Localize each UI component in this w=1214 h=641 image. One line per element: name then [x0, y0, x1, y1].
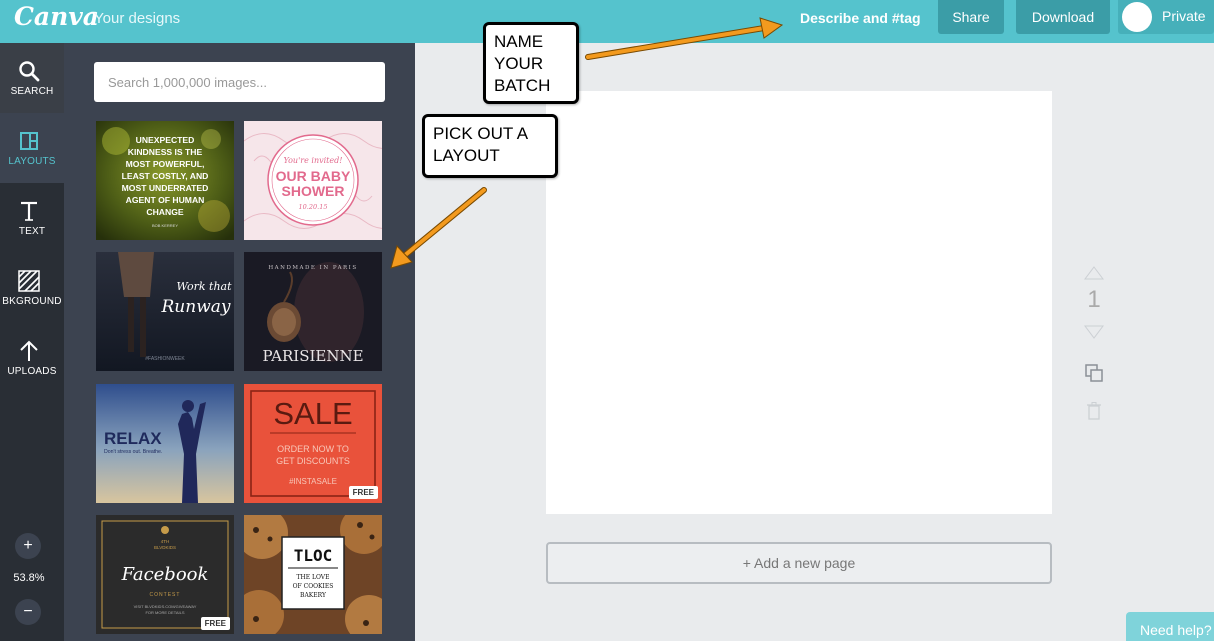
callout-name-your-batch: NAME YOUR BATCH [483, 22, 579, 104]
need-help-button[interactable]: Need help? [1126, 612, 1214, 641]
privacy-label: Private [1162, 8, 1206, 24]
callout-line: PICK OUT A [433, 124, 529, 143]
layout-thumbnail-parisienne[interactable]: HANDMADE IN PARIS PARISIENNE [244, 252, 382, 371]
toggle-knob[interactable] [1122, 2, 1152, 32]
layout-preview: UNEXPECTED KINDNESS IS THE MOST POWERFUL… [96, 121, 234, 240]
layout-text: CONTEST [150, 592, 181, 598]
layout-preview: HANDMADE IN PARIS PARISIENNE [244, 252, 382, 371]
layout-text: PARISIENNE [262, 347, 363, 365]
page-down-icon[interactable] [1084, 325, 1104, 339]
layout-text: GET DISCOUNTS [276, 456, 350, 466]
layout-text: BAKERY [300, 592, 327, 599]
layout-preview: Work that Runway #FASHIONWEEK [96, 252, 234, 371]
layout-author: BOB KERREY [152, 223, 178, 228]
share-button[interactable]: Share [938, 0, 1004, 34]
zoom-level: 53.8% [13, 572, 45, 584]
layout-text: Runway [161, 297, 231, 317]
layout-text: TLOC [294, 546, 333, 565]
download-button[interactable]: Download [1016, 0, 1110, 34]
layout-thumbnail-kindness-quote[interactable]: UNEXPECTED KINDNESS IS THE MOST POWERFUL… [96, 121, 234, 240]
layout-thumbnail-sale[interactable]: SALE ORDER NOW TO GET DISCOUNTS #INSTASA… [244, 384, 382, 503]
layout-text: SALE [273, 396, 352, 431]
layout-text: You're invited! [284, 156, 343, 165]
callout-pick-layout: PICK OUT A LAYOUT [422, 114, 558, 178]
layout-thumbnail-facebook-contest[interactable]: 4TH BLVDKIDS Facebook CONTEST VISIT BLVD… [96, 515, 234, 634]
callout-line: BATCH [494, 76, 551, 95]
layout-text: BLVDKIDS [154, 545, 176, 550]
layout-thumbnail-baby-shower[interactable]: You're invited! OUR BABY SHOWER 10.20.15 [244, 121, 382, 240]
privacy-toggle[interactable]: Private [1118, 0, 1214, 34]
layout-thumbnail-relax[interactable]: RELAX Don't stress out. Breathe. [96, 384, 234, 503]
callout-line: NAME [494, 32, 544, 51]
sidebar-item-label: UPLOADS [7, 366, 57, 377]
callout-line: LAYOUT [433, 146, 500, 165]
layout-preview: TLOC THE LOVE OF COOKIES BAKERY [244, 515, 382, 634]
layout-text: AGENT OF HUMAN [126, 195, 205, 205]
sidebar-item-label: LAYOUTS [8, 156, 56, 167]
layout-text: THE LOVE [296, 574, 329, 581]
layout-preview: You're invited! OUR BABY SHOWER 10.20.15 [244, 121, 382, 240]
zoom-out-button[interactable]: − [15, 599, 41, 625]
free-badge: FREE [348, 486, 378, 499]
layout-text: RELAX [104, 429, 162, 448]
layout-text: SHOWER [282, 183, 345, 199]
page-number: 1 [1087, 286, 1101, 313]
upload-icon [20, 340, 38, 361]
layout-text: #INSTASALE [289, 477, 337, 486]
layouts-panel: UNEXPECTED KINDNESS IS THE MOST POWERFUL… [64, 43, 415, 641]
callout-line: YOUR [494, 54, 544, 73]
sidebar-item-text[interactable]: TEXT [0, 183, 64, 253]
layout-text: MOST UNDERRATED [122, 183, 209, 193]
text-icon [21, 201, 37, 221]
layout-text: UNEXPECTED [136, 135, 195, 145]
sidebar-item-label: SEARCH [10, 86, 54, 97]
design-page[interactable] [546, 91, 1052, 514]
top-bar: Canva Your designs Describe and #tag Sha… [0, 0, 1214, 43]
sidebar-item-label: BKGROUND [2, 296, 62, 307]
layout-text: FOR MORE DETAILS [145, 610, 184, 615]
layout-text: OF COOKIES [293, 583, 334, 590]
your-designs-link[interactable]: Your designs [94, 10, 180, 27]
zoom-in-button[interactable]: + [15, 533, 41, 559]
tool-rail: SEARCH LAYOUTS TEXT BKGROUND UPLOADS + 5… [0, 43, 64, 641]
sidebar-item-search[interactable]: SEARCH [0, 43, 64, 113]
delete-page-icon[interactable] [1087, 402, 1101, 420]
layout-text: OUR BABY [276, 168, 351, 184]
layout-text: #FASHIONWEEK [145, 356, 185, 362]
layout-text: HANDMADE IN PARIS [268, 265, 357, 271]
background-icon [18, 270, 40, 292]
layout-text: KINDNESS IS THE [128, 147, 203, 157]
layout-text: Facebook [121, 564, 209, 585]
sidebar-item-uploads[interactable]: UPLOADS [0, 323, 64, 393]
add-new-page-button[interactable]: + Add a new page [546, 542, 1052, 584]
copy-page-icon[interactable] [1084, 363, 1104, 383]
layout-text: CHANGE [146, 207, 184, 217]
image-search-input[interactable] [94, 62, 385, 102]
layout-text: MOST POWERFUL, [126, 159, 205, 169]
sidebar-item-background[interactable]: BKGROUND [0, 253, 64, 323]
layout-preview: RELAX Don't stress out. Breathe. [96, 384, 234, 503]
layout-text: VISIT BLVDKIDS.COM/GIVEAWAY [134, 604, 197, 609]
free-badge: FREE [200, 617, 230, 630]
sidebar-item-layouts[interactable]: LAYOUTS [0, 113, 64, 183]
layouts-icon [20, 132, 38, 150]
page-up-icon[interactable] [1084, 266, 1104, 280]
search-icon [19, 61, 40, 82]
sidebar-item-label: TEXT [18, 226, 46, 237]
layout-text: ORDER NOW TO [277, 444, 349, 454]
layout-thumbnail-tloc-bakery[interactable]: TLOC THE LOVE OF COOKIES BAKERY [244, 515, 382, 634]
canva-logo[interactable]: Canva [14, 2, 99, 31]
layout-text: 10.20.15 [299, 203, 328, 211]
layout-text: 4TH [161, 539, 170, 544]
layout-thumbnail-work-that-runway[interactable]: Work that Runway #FASHIONWEEK [96, 252, 234, 371]
describe-and-tag-button[interactable]: Describe and #tag [800, 10, 921, 26]
layout-text: Work that [176, 280, 232, 293]
layout-text: LEAST COSTLY, AND [122, 171, 209, 181]
layout-text: Don't stress out. Breathe. [104, 449, 162, 455]
